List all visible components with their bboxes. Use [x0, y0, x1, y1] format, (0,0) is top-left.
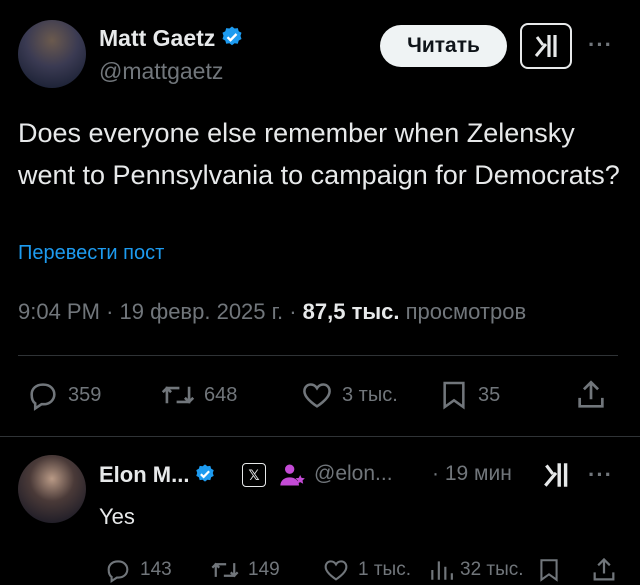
author-handle[interactable]: @mattgaetz [99, 58, 223, 85]
more-icon[interactable]: ··· [588, 462, 613, 488]
repost-button[interactable]: 648 [160, 378, 237, 412]
views-icon [431, 561, 453, 580]
bookmark-icon [540, 559, 558, 582]
views-count: 32 тыс. [460, 559, 524, 580]
like-icon [303, 383, 331, 408]
translate-link[interactable]: Перевести пост [18, 242, 164, 265]
reply-author-name-text[interactable]: Elon M... [99, 462, 189, 487]
share-icon [593, 557, 615, 581]
views-label: просмотров [405, 299, 527, 324]
reply-count: 359 [68, 383, 102, 406]
grok-button[interactable] [520, 23, 572, 69]
bookmark-button[interactable] [536, 556, 562, 584]
reply-icon [30, 383, 56, 411]
share-icon [578, 380, 604, 408]
reply-icon [107, 560, 129, 584]
repost-button[interactable]: 149 [210, 556, 280, 584]
tweet-text: Does everyone else remember when Zelensk… [18, 118, 620, 190]
verified-badge-icon [222, 26, 242, 46]
reply-text: Yes [99, 504, 135, 529]
divider [18, 355, 618, 356]
share-button[interactable] [590, 556, 618, 584]
affiliate-icon [280, 464, 305, 486]
bookmark-icon [443, 381, 465, 410]
repost-icon [161, 386, 195, 404]
views-count: 87,5 тыс. [302, 299, 400, 324]
views-button[interactable]: 32 тыс. [428, 556, 524, 584]
repost-count: 648 [204, 383, 238, 406]
read-button[interactable]: Читать [380, 25, 507, 67]
reply-author-name[interactable]: Elon M... [99, 462, 216, 488]
like-count: 3 тыс. [342, 383, 398, 406]
bookmark-button[interactable]: 35 [438, 378, 500, 412]
reply-button[interactable]: 359 [26, 378, 101, 412]
repost-count: 149 [248, 559, 280, 580]
more-icon[interactable]: ··· [588, 32, 613, 58]
verified-badge-icon [196, 464, 215, 482]
tweet-meta: 9:04 PM · 19 февр. 2025 г. · 87,5 тыс. п… [18, 299, 527, 324]
grok-icon[interactable] [540, 459, 572, 491]
divider [0, 436, 640, 437]
like-button[interactable]: 3 тыс. [300, 378, 398, 412]
reply-avatar[interactable] [18, 455, 86, 523]
tweet-date[interactable]: 19 февр. 2025 г. [120, 299, 284, 324]
like-count: 1 тыс. [358, 559, 411, 580]
author-name-text[interactable]: Matt Gaetz [99, 25, 215, 51]
tweet-time[interactable]: 9:04 PM [18, 299, 100, 324]
reply-time[interactable]: · 19 мин [432, 462, 512, 486]
bookmark-count: 35 [478, 383, 501, 406]
reply-button[interactable]: 143 [104, 556, 172, 584]
like-button[interactable]: 1 тыс. [322, 556, 411, 584]
author-name[interactable]: Matt Gaetz [99, 25, 244, 52]
x-affiliate-badge[interactable]: 𝕏 [242, 463, 266, 487]
repost-icon [211, 562, 239, 578]
like-icon [324, 560, 348, 581]
share-button[interactable] [574, 378, 608, 412]
reply-handle[interactable]: @elon... [314, 462, 393, 486]
author-avatar[interactable] [18, 20, 86, 88]
grok-icon [534, 35, 557, 57]
reply-count: 143 [140, 559, 172, 580]
